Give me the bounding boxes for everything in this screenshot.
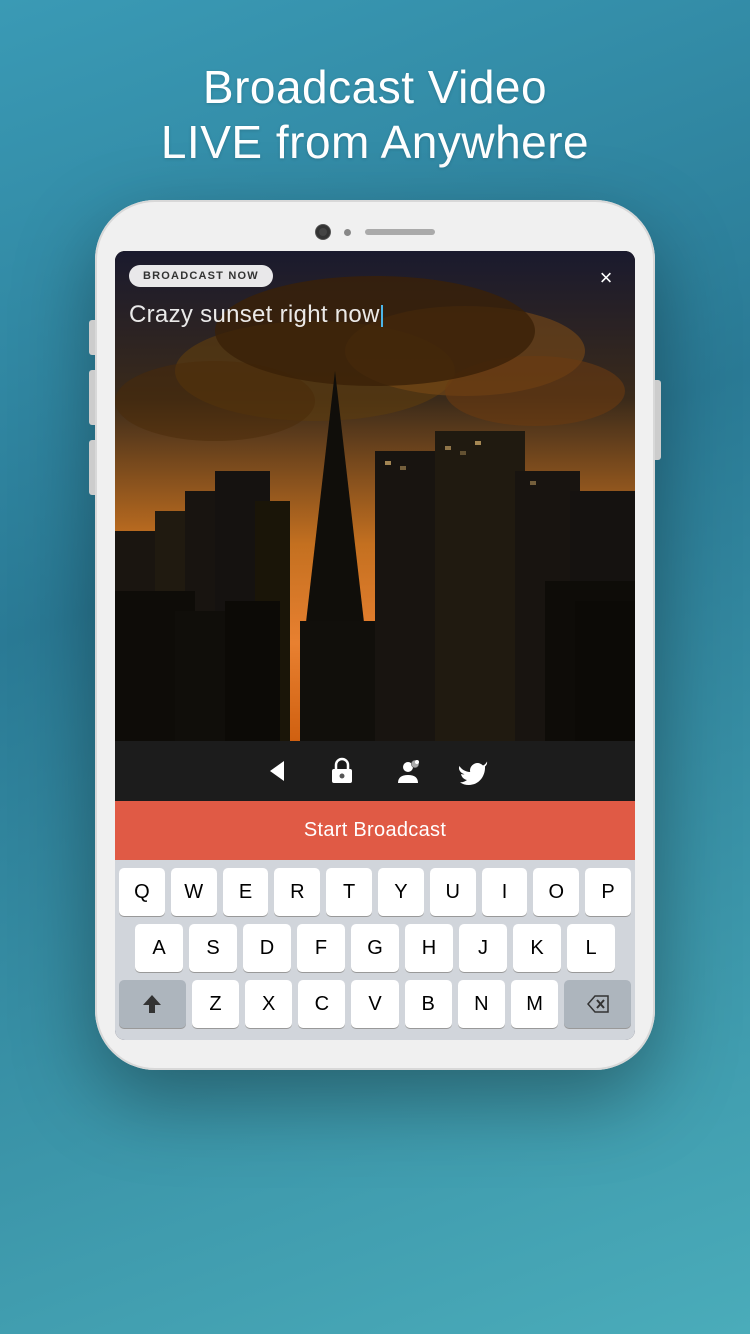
header-title: Broadcast Video LIVE from Anywhere: [161, 60, 589, 170]
phone-frame: BROADCAST NOW × Crazy sunset right now: [95, 200, 655, 1070]
back-icon[interactable]: [258, 753, 294, 789]
key-k[interactable]: K: [513, 924, 561, 972]
key-a[interactable]: A: [135, 924, 183, 972]
volume-down-button: [89, 370, 95, 425]
keyboard: Q W E R T Y U I O P A S D F G H J K: [115, 860, 635, 1040]
key-f[interactable]: F: [297, 924, 345, 972]
key-o[interactable]: O: [533, 868, 579, 916]
person-icon[interactable]: [390, 753, 426, 789]
phone-top-bar: [115, 225, 635, 239]
broadcast-title-input[interactable]: Crazy sunset right now: [129, 301, 383, 329]
key-g[interactable]: G: [351, 924, 399, 972]
key-h[interactable]: H: [405, 924, 453, 972]
key-s[interactable]: S: [189, 924, 237, 972]
key-c[interactable]: C: [298, 980, 345, 1028]
key-l[interactable]: L: [567, 924, 615, 972]
keyboard-row-1: Q W E R T Y U I O P: [119, 868, 631, 916]
key-u[interactable]: U: [430, 868, 476, 916]
front-camera: [316, 225, 330, 239]
text-cursor: [381, 305, 383, 327]
key-e[interactable]: E: [223, 868, 269, 916]
broadcast-now-badge: BROADCAST NOW: [129, 265, 273, 287]
close-button[interactable]: ×: [591, 263, 621, 293]
key-j[interactable]: J: [459, 924, 507, 972]
key-z[interactable]: Z: [192, 980, 239, 1028]
earpiece-speaker: [365, 229, 435, 235]
header-section: Broadcast Video LIVE from Anywhere: [161, 0, 589, 170]
power-button: [655, 380, 661, 460]
key-r[interactable]: R: [274, 868, 320, 916]
keyboard-row-2: A S D F G H J K L: [119, 924, 631, 972]
key-t[interactable]: T: [326, 868, 372, 916]
key-i[interactable]: I: [482, 868, 528, 916]
backspace-key[interactable]: [564, 980, 631, 1028]
start-broadcast-button[interactable]: Start Broadcast: [115, 801, 635, 860]
key-b[interactable]: B: [405, 980, 452, 1028]
shift-key[interactable]: [119, 980, 186, 1028]
broadcast-preview: BROADCAST NOW × Crazy sunset right now: [115, 251, 635, 741]
lock-icon[interactable]: [324, 753, 360, 789]
key-y[interactable]: Y: [378, 868, 424, 916]
key-q[interactable]: Q: [119, 868, 165, 916]
phone-screen: BROADCAST NOW × Crazy sunset right now: [115, 251, 635, 1040]
volume-up-button: [89, 320, 95, 355]
twitter-icon[interactable]: [456, 753, 492, 789]
key-v[interactable]: V: [351, 980, 398, 1028]
key-p[interactable]: P: [585, 868, 631, 916]
key-x[interactable]: X: [245, 980, 292, 1028]
key-m[interactable]: M: [511, 980, 558, 1028]
controls-bar: [115, 741, 635, 801]
sensor-dot: [344, 229, 351, 236]
keyboard-row-3: Z X C V B N M: [119, 980, 631, 1028]
key-n[interactable]: N: [458, 980, 505, 1028]
mute-switch: [89, 440, 95, 495]
key-w[interactable]: W: [171, 868, 217, 916]
key-d[interactable]: D: [243, 924, 291, 972]
